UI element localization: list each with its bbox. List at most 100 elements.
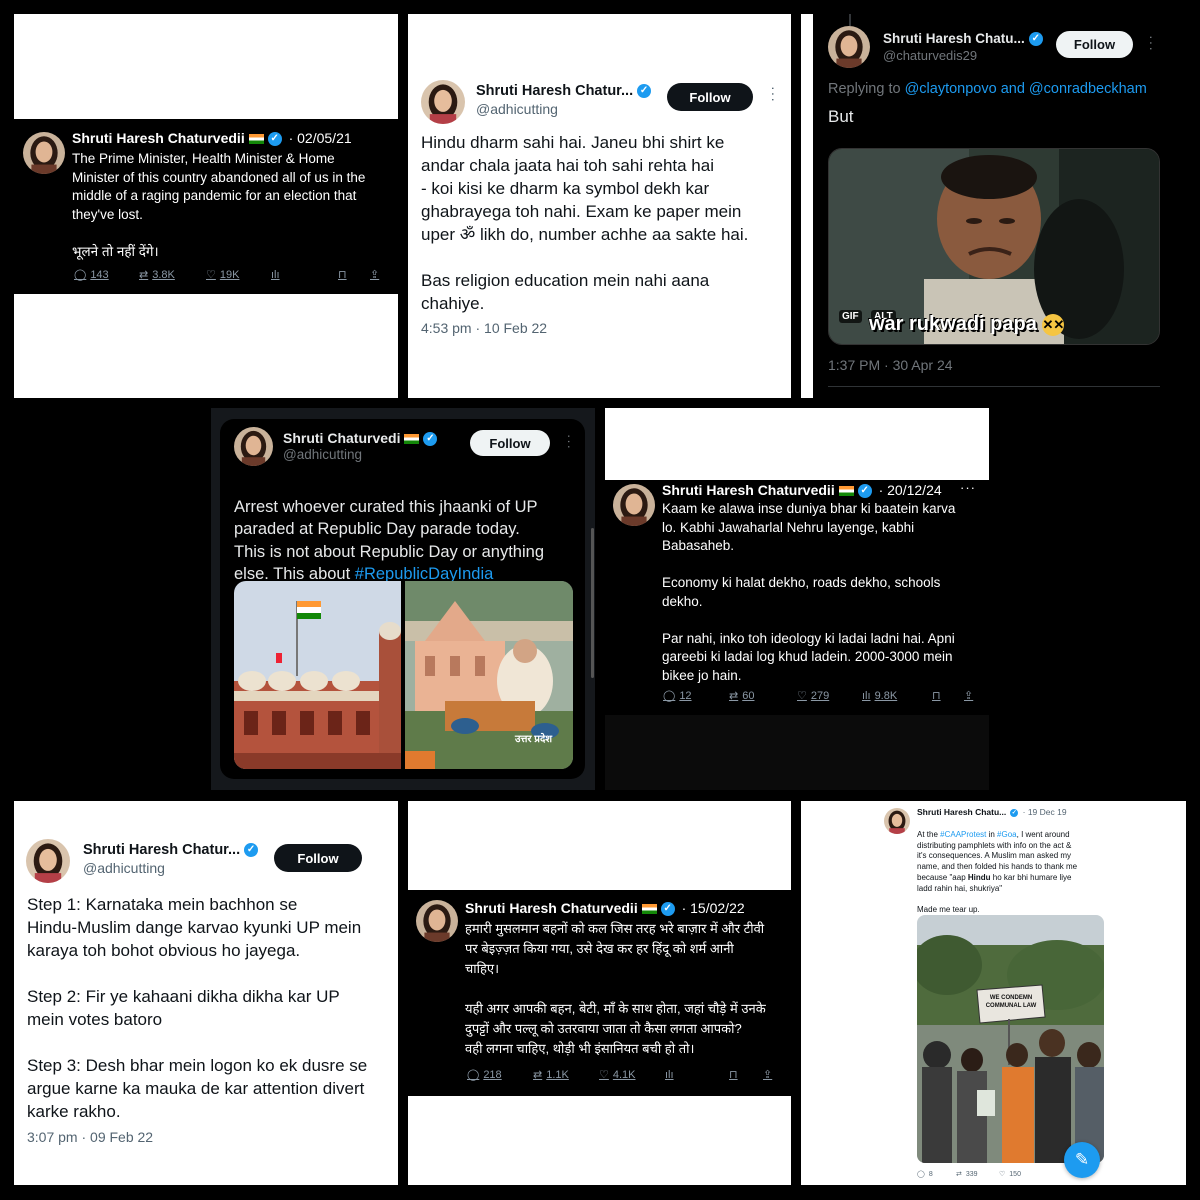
author-name[interactable]: Shruti Haresh Chaturvedii ✓ · 15/02/22 (465, 900, 745, 917)
author-name[interactable]: Shruti Haresh Chaturvedii ✓ · 20/12/24 (662, 482, 942, 499)
panel-1-top-white (14, 14, 398, 119)
replying-prefix: Replying to (828, 81, 905, 97)
views-button[interactable]: ılı (665, 1069, 729, 1081)
reply-icon: ◯ (917, 1171, 925, 1178)
share-button[interactable]: ⇪ (763, 1068, 772, 1081)
reply-button[interactable]: ◯ 143 (74, 268, 139, 282)
follow-button[interactable]: Follow (667, 83, 753, 111)
tweet-timestamp[interactable]: 3:07 pm · 09 Feb 22 (27, 1129, 153, 1145)
author-handle[interactable]: @adhicutting (476, 101, 558, 117)
author-name[interactable]: Shruti Haresh Chatur... ✓ (476, 83, 652, 99)
avatar[interactable] (26, 839, 70, 883)
bookmark-button[interactable]: ⊓ (932, 689, 964, 702)
reply-button[interactable]: ◯ 218 (467, 1068, 533, 1082)
tweet-actions: ◯ 12 ⇄ 60 ♡ 279 ılı 9.8K ⊓ ⇪ (663, 689, 973, 703)
author-handle[interactable]: @chaturvedis29 (883, 48, 977, 63)
india-flag-icon (248, 134, 264, 145)
follow-button[interactable]: Follow (274, 844, 362, 872)
like-button[interactable]: ♡ 4.1K (599, 1068, 665, 1082)
tweet-media-left[interactable] (234, 581, 401, 769)
tweet-card-8: Shruti Haresh Chatu... ✓ · 19 Dec 19 At t… (801, 801, 1186, 1185)
gif-media[interactable]: GIF ALT war rukwadi papa ✕✕ (828, 148, 1160, 345)
tweet-text: Arrest whoever curated this jhaanki of U… (234, 473, 589, 586)
retweet-icon: ⇄ (139, 269, 149, 281)
avatar[interactable] (23, 132, 65, 174)
reply-button[interactable]: ◯ 8 (917, 1170, 956, 1179)
like-button[interactable]: ♡ 279 (797, 689, 862, 703)
verified-badge-icon: ✓ (857, 484, 872, 499)
like-button[interactable]: ♡ 19K (206, 268, 271, 282)
tweet-text-bold: Hindu (967, 872, 991, 882)
tableau-label: उत्तर प्रदेश (515, 734, 553, 745)
tweet-text: The Prime Minister, Health Minister & Ho… (72, 151, 366, 259)
bookmark-button[interactable]: ⊓ (729, 1068, 763, 1081)
share-button[interactable]: ⇪ (370, 268, 379, 281)
tweet-card-3: Shruti Haresh Chatu... ✓ @chaturvedis29 F… (801, 14, 1186, 398)
reply-count: 12 (679, 689, 692, 702)
views-button[interactable]: ılı 9.8K (862, 690, 932, 702)
tweet-date: · 02/05/21 (288, 130, 352, 146)
india-flag-icon (404, 434, 420, 445)
heart-icon: ♡ (206, 269, 216, 281)
avatar[interactable] (828, 26, 870, 68)
like-count: 279 (810, 689, 830, 702)
more-options-icon[interactable]: ··· (766, 86, 782, 103)
reply-icon: ◯ (663, 690, 676, 702)
verified-badge-icon: ✓ (637, 84, 652, 99)
tweet-text-part: in (986, 829, 998, 839)
compose-fab-button[interactable]: ✎ (1064, 1142, 1100, 1178)
follow-button[interactable]: Follow (470, 430, 550, 456)
reply-count: 218 (483, 1068, 502, 1081)
tweet-date: · 15/02/22 (681, 900, 745, 916)
india-flag-icon (838, 486, 854, 497)
author-name-text: Shruti Haresh Chaturvedii (72, 130, 245, 146)
verified-badge-icon: ✓ (1028, 32, 1043, 47)
avatar[interactable] (416, 900, 458, 942)
author-name-text: Shruti Haresh Chatu... (883, 31, 1025, 46)
tweet-card-5: Shruti Haresh Chaturvedii ✓ · 20/12/24 ··… (605, 480, 989, 715)
author-handle[interactable]: @adhicutting (83, 860, 165, 876)
avatar[interactable] (234, 427, 273, 466)
tweet-card-4: Shruti Chaturvedi ✓ @adhicutting Follow ·… (211, 408, 595, 790)
views-button[interactable]: ılı (271, 269, 338, 281)
replying-to-handles[interactable]: @claytonpovo and @conradbeckham (905, 81, 1147, 97)
author-name[interactable]: Shruti Haresh Chatur... ✓ (83, 842, 259, 858)
hashtag-link[interactable]: #CAAProtest (940, 830, 986, 839)
retweet-button[interactable]: ⇄ 1.1K (533, 1068, 599, 1082)
share-button[interactable]: ⇪ (964, 689, 973, 702)
like-button[interactable]: ♡ 150 (999, 1170, 1039, 1179)
retweet-button[interactable]: ⇄ 3.8K (139, 268, 206, 282)
more-options-icon[interactable]: ··· (562, 434, 577, 450)
avatar[interactable] (884, 808, 910, 834)
retweet-button[interactable]: ⇄ 60 (729, 689, 797, 703)
more-options-icon[interactable]: ··· (1144, 35, 1160, 52)
tweet-media[interactable]: WE CONDEMN COMMUNAL LAW (917, 915, 1104, 1163)
follow-button[interactable]: Follow (1056, 31, 1133, 58)
retweet-count: 3.8K (152, 268, 175, 281)
author-handle[interactable]: @adhicutting (283, 447, 362, 462)
author-name[interactable]: Shruti Haresh Chatu... ✓ (883, 31, 1043, 47)
scrollbar[interactable] (591, 528, 594, 678)
like-count: 19K (219, 268, 240, 281)
tweet-card-7: Shruti Haresh Chaturvedii ✓ · 15/02/22 हम… (408, 890, 791, 1096)
like-count: 4.1K (612, 1068, 636, 1081)
tweet-timestamp[interactable]: 1:37 PM · 30 Apr 24 (828, 357, 953, 373)
more-options-icon[interactable]: ··· (960, 480, 976, 495)
verified-badge-icon: ✓ (1010, 808, 1019, 817)
avatar[interactable] (421, 80, 465, 124)
reply-button[interactable]: ◯ 12 (663, 689, 729, 703)
author-name[interactable]: Shruti Haresh Chaturvedii ✓ · 02/05/21 (72, 130, 352, 147)
share-icon: ⇪ (964, 690, 974, 702)
bookmark-button[interactable]: ⊓ (338, 268, 370, 281)
views-icon: ılı (862, 689, 871, 702)
panel-3-left-border (801, 14, 813, 398)
tweet-media-right[interactable]: उत्तर प्रदेश (405, 581, 573, 769)
avatar[interactable] (613, 484, 655, 526)
gif-caption-text: war rukwadi papa (869, 313, 1037, 335)
author-name[interactable]: Shruti Haresh Chatu... ✓ · 19 Dec 19 (917, 807, 1067, 817)
author-name[interactable]: Shruti Chaturvedi ✓ (283, 430, 438, 447)
heart-icon: ♡ (599, 1069, 609, 1081)
hashtag-link[interactable]: #Goa (997, 830, 1017, 839)
tweet-timestamp[interactable]: 4:53 pm · 10 Feb 22 (421, 320, 547, 336)
retweet-button[interactable]: ⇄ 339 (956, 1170, 999, 1179)
